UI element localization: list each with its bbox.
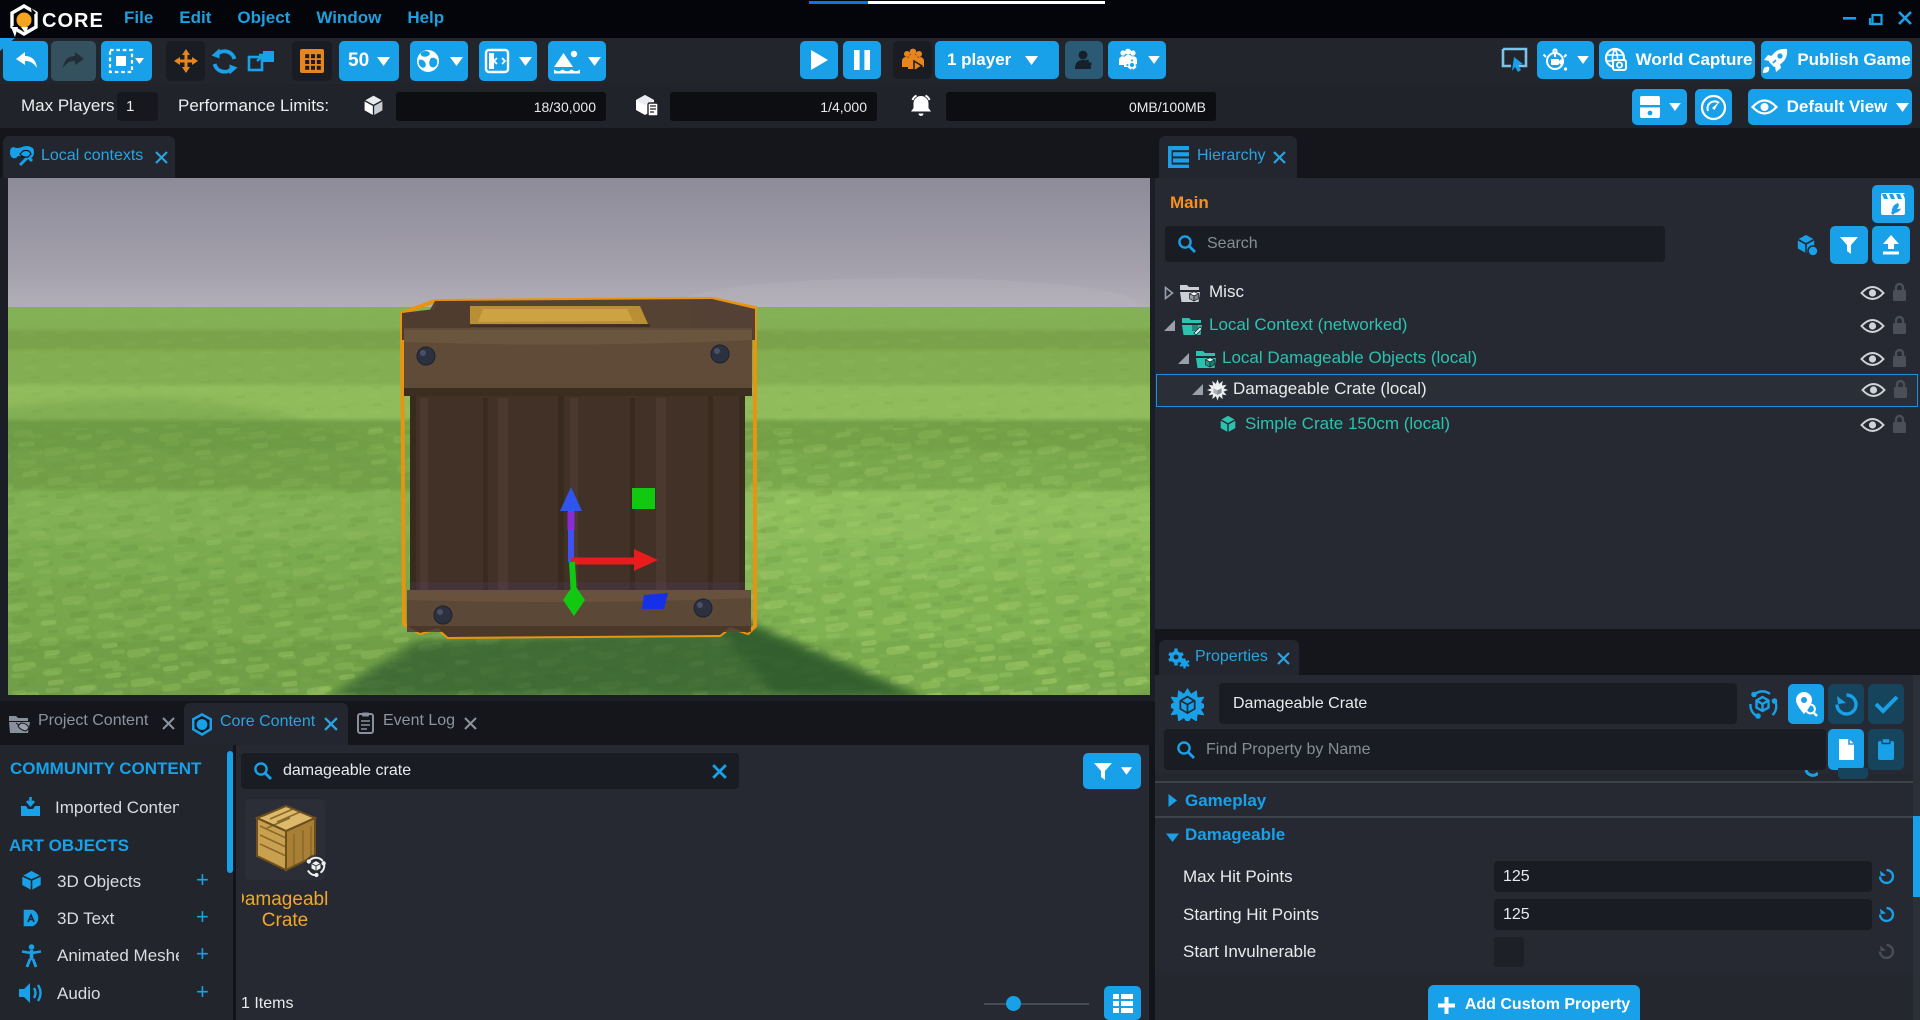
svg-text:CORE: CORE <box>42 10 104 32</box>
